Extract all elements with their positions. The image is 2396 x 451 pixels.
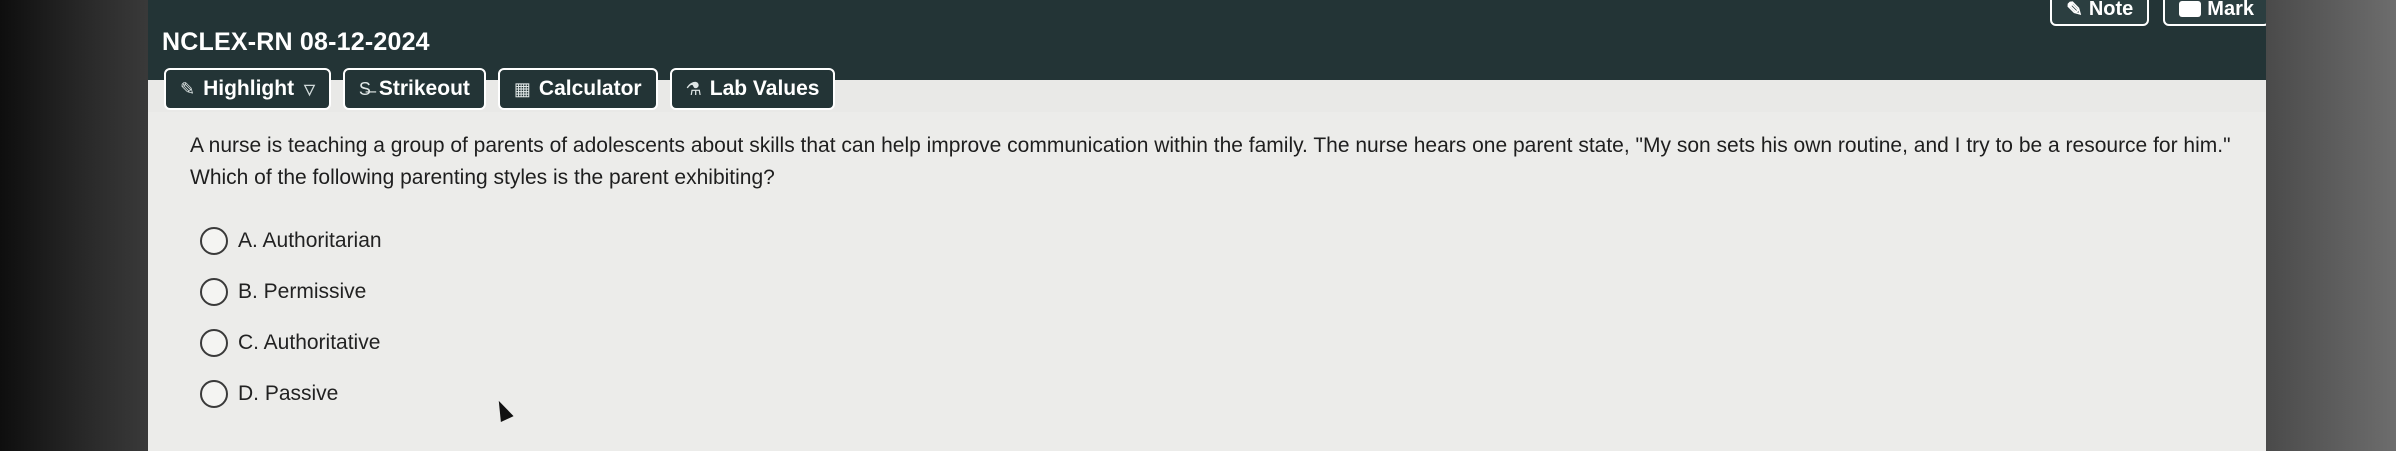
radio-button[interactable] — [200, 380, 228, 408]
highlight-button[interactable]: ✎ Highlight ▽ — [164, 68, 331, 110]
option-c[interactable]: C. Authoritative — [200, 326, 382, 360]
option-label: A. Authoritarian — [238, 229, 382, 252]
exam-title: NCLEX-RN 08-12-2024 — [162, 28, 430, 56]
highlight-label: Highlight — [203, 77, 295, 100]
monitor-bezel-left — [0, 0, 150, 451]
question-stem: A nurse is teaching a group of parents o… — [190, 134, 2231, 189]
lab-values-button[interactable]: ⚗ Lab Values — [669, 68, 836, 110]
radio-button[interactable] — [200, 278, 228, 306]
lab-values-label: Lab Values — [709, 77, 820, 100]
radio-button[interactable] — [200, 329, 228, 357]
note-label: Note — [2088, 0, 2134, 20]
calculator-label: Calculator — [538, 77, 642, 100]
flag-icon — [2179, 1, 2202, 17]
option-b[interactable]: B. Permissive — [200, 275, 382, 309]
strikeout-label: Strikeout — [378, 77, 470, 100]
flask-icon: ⚗ — [685, 78, 702, 99]
answer-options: A. Authoritarian B. Permissive C. Author… — [200, 224, 382, 428]
calculator-icon: ▦ — [513, 78, 531, 99]
strikethrough-icon: S̶ — [358, 78, 371, 99]
tool-bar: ✎ Highlight ▽ S̶ Strikeout ▦ Calculator … — [164, 68, 836, 110]
option-a[interactable]: A. Authoritarian — [200, 224, 382, 258]
option-label: D. Passive — [238, 382, 339, 405]
radio-button[interactable] — [200, 227, 228, 255]
pencil-icon: ✎ — [180, 78, 196, 99]
question-panel: A nurse is teaching a group of parents o… — [148, 112, 2280, 451]
mark-button[interactable]: Mark — [2163, 0, 2270, 26]
exam-screen: NCLEX-RN 08-12-2024 ✎ Note Mark ✎ Highli… — [148, 0, 2280, 451]
monitor-bezel-right — [2266, 0, 2396, 451]
option-label: B. Permissive — [238, 280, 367, 303]
exam-header: NCLEX-RN 08-12-2024 ✎ Note Mark ✎ Highli… — [148, 0, 2280, 110]
option-d[interactable]: D. Passive — [200, 377, 382, 411]
note-icon: ✎ — [2066, 0, 2083, 21]
calculator-button[interactable]: ▦ Calculator — [497, 68, 658, 110]
chevron-down-icon: ▽ — [304, 80, 315, 97]
header-actions: ✎ Note Mark — [2050, 0, 2270, 26]
note-button[interactable]: ✎ Note — [2050, 0, 2150, 26]
mark-label: Mark — [2207, 0, 2254, 20]
strikeout-button[interactable]: S̶ Strikeout — [342, 68, 486, 110]
option-label: C. Authoritative — [238, 331, 381, 354]
